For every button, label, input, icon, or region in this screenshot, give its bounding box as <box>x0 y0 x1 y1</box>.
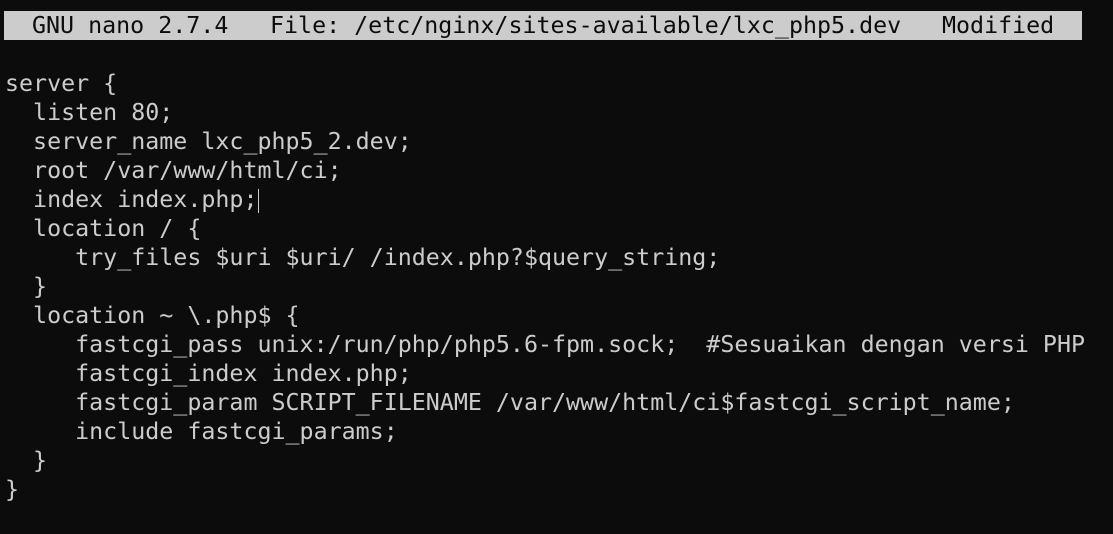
editor-line[interactable]: index index.php; <box>5 185 1105 214</box>
editor-line[interactable]: include fastcgi_params; <box>5 417 1105 446</box>
editor-line[interactable]: } <box>5 475 1105 504</box>
app-version: GNU nano 2.7.4 <box>32 12 229 39</box>
line-text: location ~ \.php$ { <box>5 302 300 329</box>
line-text: fastcgi_index index.php; <box>5 360 412 387</box>
nano-title-bar: GNU nano 2.7.4 File: /etc/nginx/sites-av… <box>4 11 1082 40</box>
text-cursor <box>258 188 260 213</box>
line-text: server_name lxc_php5_2.dev; <box>5 128 412 155</box>
terminal-window[interactable]: GNU nano 2.7.4 File: /etc/nginx/sites-av… <box>0 0 1113 534</box>
editor-line[interactable]: root /var/www/html/ci; <box>5 156 1105 185</box>
line-text: } <box>5 476 20 503</box>
editor-line[interactable]: location ~ \.php$ { <box>5 301 1105 330</box>
line-text: index index.php; <box>5 186 258 213</box>
editor-line[interactable]: fastcgi_pass unix:/run/php/php5.6-fpm.so… <box>5 330 1105 359</box>
file-path: File: /etc/nginx/sites-available/lxc_php… <box>270 12 902 39</box>
editor-line[interactable]: location / { <box>5 214 1105 243</box>
line-text: } <box>5 447 48 474</box>
line-text: fastcgi_param SCRIPT_FILENAME /var/www/h… <box>5 389 1015 416</box>
line-text: listen 80; <box>5 99 174 126</box>
line-text: include fastcgi_params; <box>5 418 398 445</box>
editor-line[interactable]: fastcgi_index index.php; <box>5 359 1105 388</box>
line-text: try_files $uri $uri/ /index.php?$query_s… <box>5 244 721 271</box>
line-text: fastcgi_pass unix:/run/php/php5.6-fpm.so… <box>5 331 1085 358</box>
editor-line[interactable]: } <box>5 272 1105 301</box>
line-text: root /var/www/html/ci; <box>5 157 342 184</box>
line-text: } <box>5 273 48 300</box>
editor-line[interactable]: server_name lxc_php5_2.dev; <box>5 127 1105 156</box>
editor-line[interactable]: listen 80; <box>5 98 1105 127</box>
line-text: server { <box>5 70 118 97</box>
editor-line[interactable]: server { <box>5 69 1105 98</box>
editor-line[interactable]: fastcgi_param SCRIPT_FILENAME /var/www/h… <box>5 388 1105 417</box>
modified-status: Modified <box>942 12 1055 39</box>
editor-buffer[interactable]: server { listen 80; server_name lxc_php5… <box>5 69 1105 504</box>
line-text: location / { <box>5 215 202 242</box>
editor-line[interactable]: try_files $uri $uri/ /index.php?$query_s… <box>5 243 1105 272</box>
editor-line[interactable]: } <box>5 446 1105 475</box>
